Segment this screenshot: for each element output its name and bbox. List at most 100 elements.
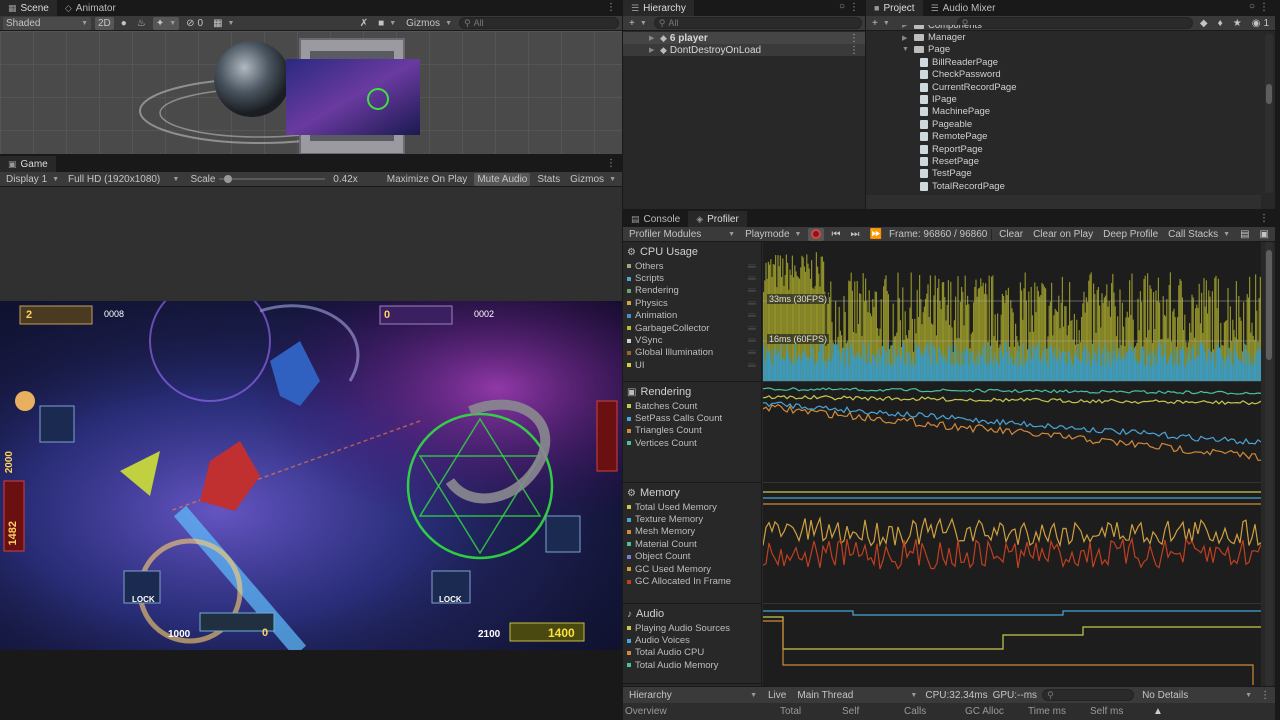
- game-viewport[interactable]: 2 0008 0 0002 2100 0 1400 1000 2000 1482…: [0, 187, 622, 650]
- collapsed-arrow-icon[interactable]: ▶: [902, 34, 910, 42]
- scene-game-preview[interactable]: [286, 59, 420, 135]
- display-dropdown[interactable]: Display 1 ▼: [3, 173, 61, 186]
- project-script[interactable]: MachinePage: [902, 106, 1261, 118]
- project-hscrollbar[interactable]: [866, 195, 1261, 209]
- profiler-charts[interactable]: 33ms (30FPS) 16ms (60FPS): [763, 242, 1261, 686]
- drag-handle-icon[interactable]: ≡≡: [748, 286, 756, 295]
- scale-slider[interactable]: [219, 174, 326, 184]
- module-series-toggle[interactable]: Batches Count: [623, 400, 761, 412]
- project-script[interactable]: RemotePage: [902, 131, 1261, 143]
- details-search-input[interactable]: ⚲: [1042, 689, 1135, 701]
- project-script[interactable]: TotalRecordPage: [902, 180, 1261, 192]
- module-series-toggle[interactable]: Total Used Memory: [623, 501, 761, 513]
- lighting-toggle[interactable]: ●: [118, 17, 130, 30]
- module-series-toggle[interactable]: Playing Audio Sources: [623, 622, 761, 634]
- create-dropdown[interactable]: + ▼: [626, 17, 650, 30]
- tools-button[interactable]: ✗: [357, 17, 371, 30]
- lock-button[interactable]: LOCK: [132, 595, 155, 604]
- drag-handle-icon[interactable]: ≡≡: [748, 324, 756, 333]
- sort-ascending-icon[interactable]: ▲: [1153, 706, 1163, 717]
- gizmos-dropdown[interactable]: Gizmos ▼: [403, 17, 455, 30]
- module-series-toggle[interactable]: UI ≡≡: [623, 359, 761, 371]
- hierarchy-search-input[interactable]: ⚲ All: [653, 17, 862, 29]
- project-scrollbar[interactable]: [1265, 34, 1273, 193]
- drag-handle-icon[interactable]: ≡≡: [748, 336, 756, 345]
- scene-canvas[interactable]: [0, 31, 622, 154]
- column-self[interactable]: Self: [842, 706, 859, 717]
- module-series-toggle[interactable]: Mesh Memory: [623, 526, 761, 538]
- module-series-toggle[interactable]: Others ≡≡: [623, 260, 761, 272]
- column-time-ms[interactable]: Time ms: [1028, 706, 1066, 717]
- kebab-menu-icon[interactable]: ⋮: [1259, 213, 1269, 224]
- mode-2d-toggle[interactable]: 2D: [95, 16, 114, 30]
- memory-chart[interactable]: [763, 484, 1261, 604]
- call-stacks-dropdown[interactable]: Call Stacks ▼: [1165, 228, 1233, 241]
- module-series-toggle[interactable]: GC Allocated In Frame: [623, 575, 761, 587]
- module-series-toggle[interactable]: Total Audio CPU: [623, 647, 761, 659]
- playmode-dropdown[interactable]: Playmode ▼: [742, 228, 804, 241]
- view-type-dropdown[interactable]: Hierarchy ▼: [626, 689, 760, 702]
- game-render[interactable]: 2 0008 0 0002 2100 0 1400 1000 2000 1482…: [0, 301, 622, 650]
- drag-handle-icon[interactable]: ≡≡: [748, 274, 756, 283]
- clear-on-play-toggle[interactable]: Clear on Play: [1030, 228, 1096, 241]
- tab-console[interactable]: ▤ Console: [623, 211, 688, 227]
- drag-handle-icon[interactable]: ≡≡: [748, 361, 756, 370]
- tab-audio-mixer[interactable]: ☰ Audio Mixer: [923, 0, 1004, 16]
- tab-hierarchy[interactable]: ☰ Hierarchy: [623, 0, 694, 16]
- module-series-toggle[interactable]: VSync ≡≡: [623, 334, 761, 346]
- project-script[interactable]: ResetPage: [902, 155, 1261, 167]
- module-series-toggle[interactable]: Animation ≡≡: [623, 310, 761, 322]
- audio-chart[interactable]: [763, 605, 1261, 685]
- column-gc-alloc[interactable]: GC Alloc: [965, 706, 1004, 717]
- planet-sprite[interactable]: [214, 41, 290, 117]
- project-script[interactable]: Pageable: [902, 118, 1261, 130]
- camera-dropdown[interactable]: ■ ▼: [375, 17, 399, 30]
- module-series-toggle[interactable]: Vertices Count: [623, 437, 761, 449]
- column-calls[interactable]: Calls: [904, 706, 926, 717]
- profiler-module-cpu-usage[interactable]: ⚙ CPU Usage Others ≡≡ Scripts ≡≡ Rendering ≡≡ Ph…: [623, 242, 761, 382]
- module-series-toggle[interactable]: Rendering ≡≡: [623, 285, 761, 297]
- module-title[interactable]: ⚙ Memory: [623, 483, 761, 501]
- kebab-menu-icon[interactable]: ⋮: [606, 2, 616, 13]
- grid-dropdown[interactable]: ▦ ▼: [210, 17, 237, 30]
- deep-profile-toggle[interactable]: Deep Profile: [1100, 228, 1161, 241]
- module-title[interactable]: ♪ Audio: [623, 604, 761, 622]
- column-self-ms[interactable]: Self ms: [1090, 706, 1123, 717]
- project-script[interactable]: ReportPage: [902, 143, 1261, 155]
- project-script[interactable]: CheckPassword: [902, 69, 1261, 81]
- project-script[interactable]: BillReaderPage: [902, 56, 1261, 68]
- project-script[interactable]: CurrentRecordPage: [902, 81, 1261, 93]
- module-series-toggle[interactable]: Texture Memory: [623, 513, 761, 525]
- mute-audio-toggle[interactable]: Mute Audio: [474, 172, 531, 186]
- tab-scene[interactable]: ▦ Scene: [0, 0, 57, 16]
- scene-viewport[interactable]: [0, 31, 622, 154]
- kebab-menu-icon[interactable]: ⋮: [606, 158, 616, 169]
- tab-profiler[interactable]: ◈ Profiler: [688, 211, 747, 227]
- profiler-module-memory[interactable]: ⚙ Memory Total Used Memory Texture Memory Me…: [623, 483, 761, 604]
- scale-slider-handle[interactable]: [223, 175, 232, 183]
- collapsed-arrow-icon[interactable]: ▶: [902, 25, 910, 29]
- expanded-arrow-icon[interactable]: ▼: [902, 46, 910, 53]
- column-overview[interactable]: Overview: [625, 706, 667, 717]
- expand-arrow-icon[interactable]: ▶: [649, 46, 657, 54]
- save-button[interactable]: ▣: [1257, 228, 1272, 241]
- module-series-toggle[interactable]: Scripts ≡≡: [623, 272, 761, 284]
- column-total[interactable]: Total: [780, 706, 801, 717]
- hierarchy-item-6-player[interactable]: ▶ ◆ 6 player ⋮: [623, 32, 865, 44]
- hidden-objects-toggle[interactable]: ⊘ 0: [183, 17, 206, 30]
- module-series-toggle[interactable]: Physics ≡≡: [623, 297, 761, 309]
- drag-handle-icon[interactable]: ≡≡: [748, 262, 756, 271]
- gizmos-dropdown[interactable]: Gizmos ▼: [567, 173, 619, 186]
- module-series-toggle[interactable]: GarbageCollector ≡≡: [623, 322, 761, 334]
- scene-search-input[interactable]: ⚲ All: [459, 17, 619, 29]
- next-frame-button[interactable]: ⏭: [847, 228, 862, 241]
- module-series-toggle[interactable]: Global Illumination ≡≡: [623, 347, 761, 359]
- profiler-scrollbar[interactable]: [1265, 242, 1273, 686]
- module-series-toggle[interactable]: SetPass Calls Count: [623, 412, 761, 424]
- drag-handle-icon[interactable]: ≡≡: [748, 311, 756, 320]
- project-folder[interactable]: ▼ Page: [902, 44, 1261, 56]
- live-toggle[interactable]: Live: [765, 689, 789, 702]
- module-series-toggle[interactable]: Audio Voices: [623, 634, 761, 646]
- tab-animator[interactable]: ◇ Animator: [57, 0, 124, 16]
- profiler-modules-dropdown[interactable]: Profiler Modules ▼: [626, 228, 738, 241]
